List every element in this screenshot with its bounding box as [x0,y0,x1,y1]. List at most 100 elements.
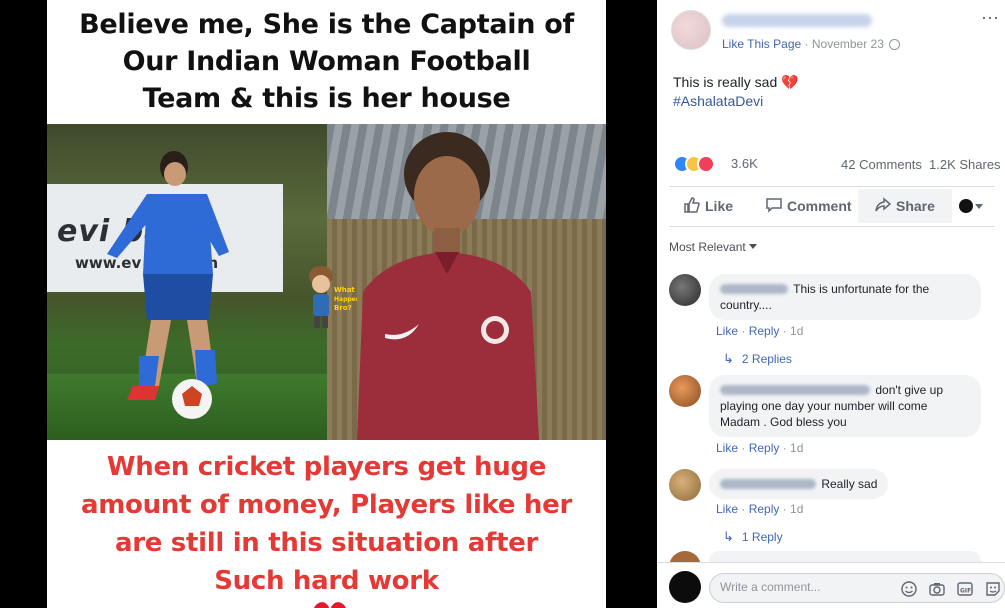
reaction-icons[interactable] [673,154,727,174]
comment-like-link[interactable]: Like [716,502,738,516]
post-text-line: This is really sad 💔 [673,73,799,92]
post-text-body: This is really sad [673,74,778,90]
audience-selector[interactable] [959,189,995,223]
separator: · [738,502,749,516]
comment-bubble: don't give up playing one day your numbe… [709,375,981,437]
sort-comments-dropdown[interactable]: Most Relevant [669,240,757,254]
separator: · [738,324,749,338]
post-text: This is really sad 💔 #AshalataDevi [673,73,799,111]
comment-actions: Like · Reply · 1d [716,324,803,338]
meme-top-line: Believe me, She is the Captain of [79,9,574,40]
thumbs-up-icon [684,197,700,213]
chevron-down-icon [748,244,757,249]
comment-age[interactable]: 1d [790,441,803,455]
gif-icon[interactable]: GIF [956,580,974,598]
post-image[interactable]: Believe me, She is the Captain of Our In… [47,0,606,608]
comment-reply-link[interactable]: Reply [749,324,780,338]
emoji-icon[interactable] [900,580,918,598]
comment-bubble: Really sad [709,469,889,499]
separator: · [779,324,791,338]
comment-age[interactable]: 1d [790,324,803,338]
comment-like-link[interactable]: Like [716,324,738,338]
post-details-panel: Like This Page · November 23 ⋯ This is r… [657,0,1005,608]
commenter-name-blurred[interactable] [720,284,788,294]
svg-text:Happened: Happened [334,296,357,303]
comment-icon [766,198,782,213]
globe-icon [889,39,901,50]
comment-actions: Like · Reply · 1d [716,441,803,455]
meme-bottom-line-last: Such hard work [47,562,606,608]
comment-reply-link[interactable]: Reply [749,502,780,516]
captain-portrait-figure [357,132,539,440]
broken-heart-icon [313,602,346,608]
post-meta: Like This Page · November 23 [722,37,901,51]
post-date[interactable]: November 23 [812,37,884,51]
meme-top-line: Team & this is her house [142,83,511,114]
like-button[interactable]: Like [683,189,733,223]
comment-composer: GIF [657,562,1005,608]
svg-text:Bro?: Bro? [334,304,352,312]
meme-bottom-line: amount of money, Players like her [81,490,572,520]
hashtag-link[interactable]: #AshalataDevi [673,92,799,111]
comment-button[interactable]: Comment [765,189,852,223]
comment-label: Comment [787,198,852,214]
commenter-avatar[interactable] [669,375,701,407]
view-replies-link[interactable]: ↳ 1 Reply [723,529,783,545]
comment-reply-link[interactable]: Reply [749,441,780,455]
camera-icon[interactable] [928,580,946,598]
comments-count[interactable]: 42 Comments [841,157,922,172]
post-actions: Like Comment Share [669,189,999,223]
share-label: Share [896,198,935,214]
current-user-avatar [669,571,701,603]
replies-count: 1 Reply [741,530,783,544]
reactions-summary: 3.6K 42 Comments 1.2K Shares [673,154,1003,174]
comment-age[interactable]: 1d [790,502,803,516]
comment-bubble: This is unfortunate for the country.... [709,274,981,320]
separator: · [779,441,791,455]
replies-count: 2 Replies [741,352,792,366]
page-avatar[interactable] [671,10,711,50]
meme-bottom-caption: When cricket players get huge amount of … [47,448,606,608]
audience-avatar-icon [959,199,973,213]
reaction-count[interactable]: 3.6K [731,156,758,171]
commenter-avatar[interactable] [669,274,701,306]
reply-arrow-icon: ↳ [723,351,734,366]
svg-text:GIF: GIF [960,588,971,595]
reply-arrow-icon: ↳ [723,529,734,544]
svg-text:What: What [334,286,355,294]
meme-bottom-line: When cricket players get huge [106,452,547,482]
comment-input-box: GIF [709,573,1005,603]
meme-bottom-line: are still in this situation after [114,528,539,558]
page-name-blurred[interactable] [722,14,872,27]
share-icon [875,197,892,212]
sticker-icon[interactable] [984,580,1002,598]
divider [669,186,995,187]
view-replies-link[interactable]: ↳ 2 Replies [723,351,792,367]
shares-count[interactable]: 1.2K Shares [929,157,1001,172]
separator: · [738,441,749,455]
meta-separator: · [804,37,812,51]
football-player-figure [107,151,229,419]
chevron-down-icon [975,204,983,209]
comments-list: Most Relevant This is unfortunate for th… [657,227,1005,583]
meme-top-caption: Believe me, She is the Captain of Our In… [47,6,606,117]
commenter-avatar[interactable] [669,469,701,501]
watermark-logo: What Happened Bro? [309,266,357,328]
meme-bottom-line: Such hard work [214,566,439,596]
love-reaction-icon [697,155,715,173]
comment-like-link[interactable]: Like [716,441,738,455]
separator: · [779,502,791,516]
share-button[interactable]: Share [858,189,952,223]
comment-input[interactable] [720,580,890,594]
football-photo: evi ball www.ev ball.com [47,124,327,440]
meme-top-line: Our Indian Woman Football [122,46,531,77]
comment-actions: Like · Reply · 1d [716,502,803,516]
broken-heart-emoji: 💔 [781,74,799,90]
like-page-link[interactable]: Like This Page [722,37,801,51]
commenter-name-blurred[interactable] [720,385,870,395]
comment-text: Really sad [821,477,878,491]
commenter-name-blurred[interactable] [720,479,816,489]
like-label: Like [705,198,734,214]
sort-label: Most Relevant [669,240,746,254]
more-options-icon[interactable]: ⋯ [981,8,1000,29]
